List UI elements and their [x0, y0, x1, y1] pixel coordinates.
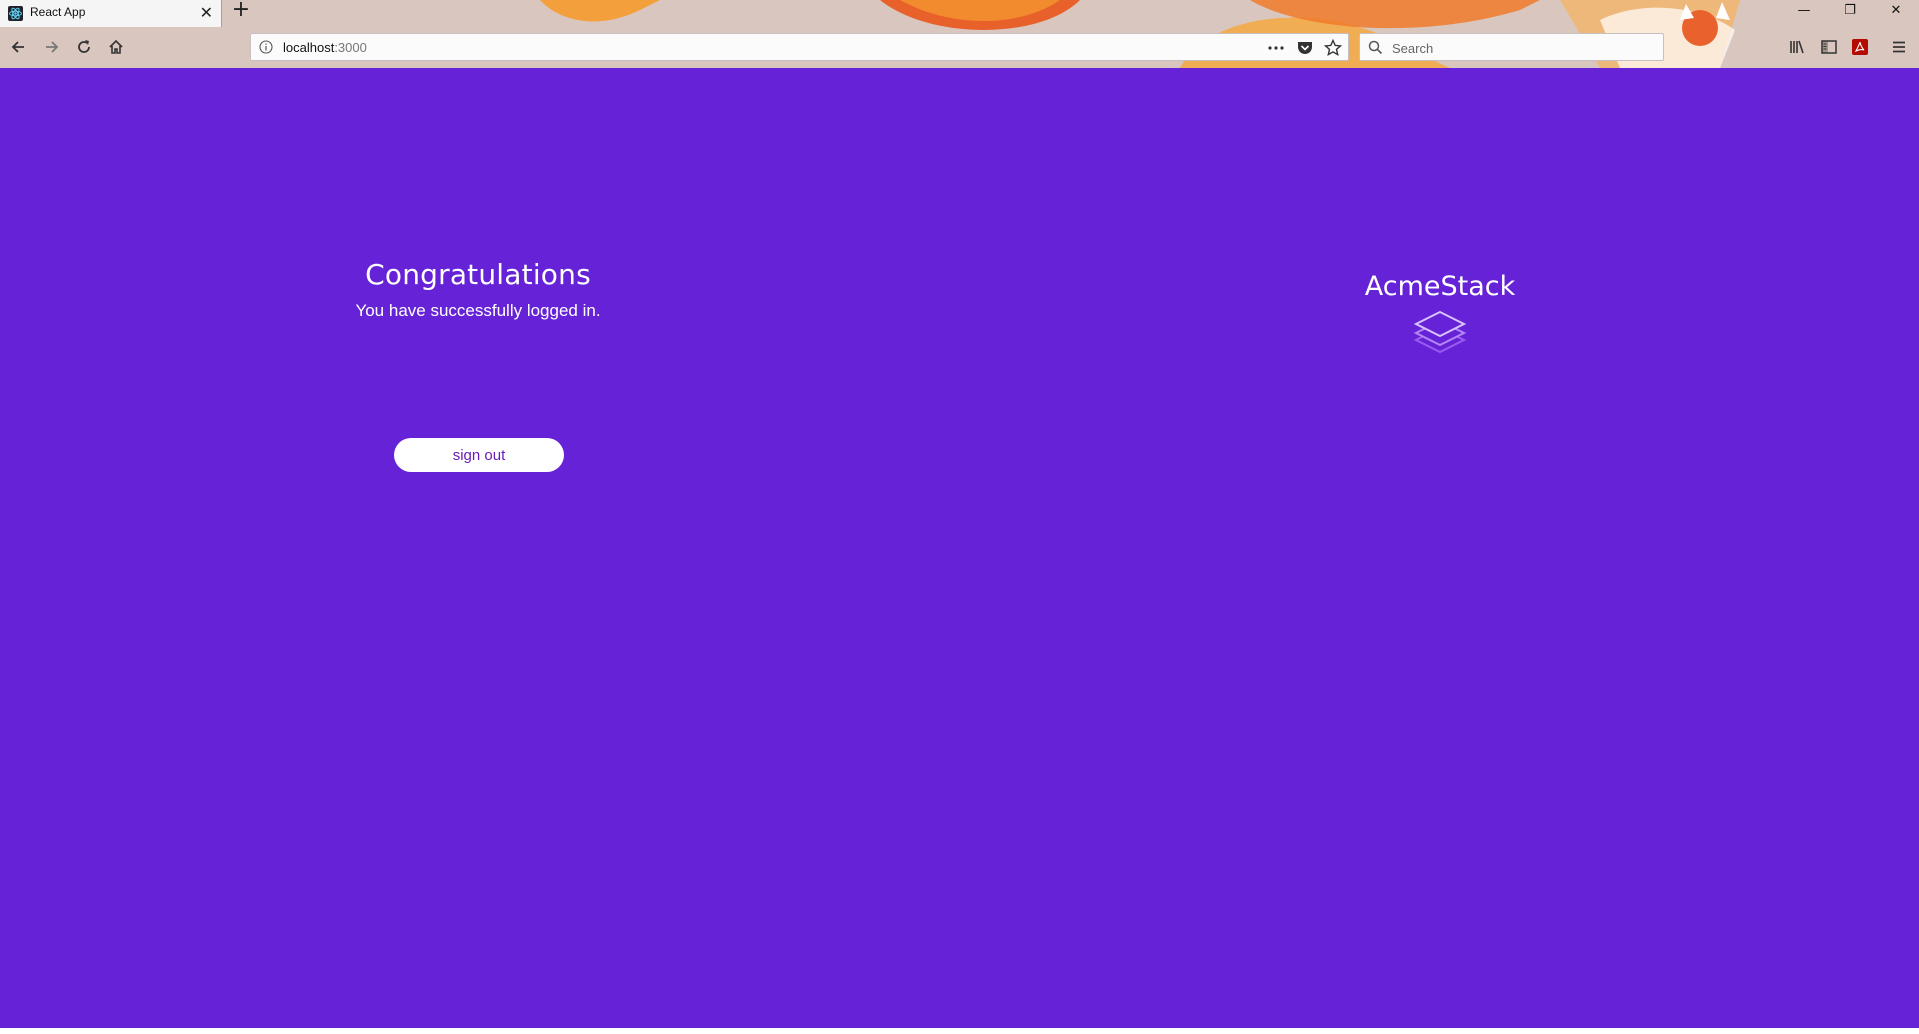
minimize-window-icon[interactable]: —	[1781, 0, 1827, 22]
close-window-icon[interactable]: ✕	[1873, 0, 1919, 22]
site-info-icon[interactable]	[259, 40, 273, 54]
url-host: localhost	[283, 40, 335, 55]
tab-close-icon[interactable]: ✕	[200, 3, 213, 23]
address-bar[interactable]: localhost:3000	[250, 33, 1349, 61]
tab-title: React App	[30, 5, 86, 19]
url-port: :3000	[334, 40, 367, 55]
sign-out-button[interactable]: sign out	[394, 438, 564, 472]
react-favicon-icon	[8, 6, 23, 21]
success-message: You have successfully logged in.	[355, 301, 601, 320]
pocket-icon[interactable]	[1296, 39, 1314, 57]
page-bottom-edge	[0, 1028, 1919, 1034]
tab-strip: React App ✕ + — ❐ ✕	[0, 0, 1919, 27]
page-title: Congratulations	[365, 258, 591, 291]
reload-icon[interactable]	[70, 33, 98, 61]
new-tab-plus-icon[interactable]: +	[230, 0, 252, 22]
search-icon	[1368, 40, 1383, 55]
hamburger-menu-icon[interactable]	[1888, 36, 1910, 58]
search-bar[interactable]	[1359, 33, 1664, 61]
login-success-panel: Congratulations You have successfully lo…	[278, 258, 678, 321]
home-icon[interactable]	[102, 33, 130, 61]
restore-window-icon[interactable]: ❐	[1827, 0, 1873, 22]
browser-chrome: React App ✕ + — ❐ ✕ localhost:3000	[0, 0, 1919, 68]
url-text: localhost:3000	[283, 40, 367, 55]
forward-arrow-icon[interactable]	[38, 33, 66, 61]
stack-layers-logo-icon	[1413, 310, 1467, 354]
brand-name: AcmeStack	[1364, 271, 1516, 302]
page-content: Congratulations You have successfully lo…	[0, 68, 1919, 1028]
acrobat-pdf-icon[interactable]	[1849, 36, 1871, 58]
brand-block: AcmeStack	[1340, 271, 1540, 360]
page-actions-more-icon[interactable]	[1267, 39, 1285, 57]
library-icon[interactable]	[1786, 36, 1808, 58]
back-arrow-icon[interactable]	[4, 33, 32, 61]
search-input[interactable]	[1390, 37, 1654, 59]
tab-react-app[interactable]: React App ✕	[0, 0, 222, 27]
navigation-toolbar: localhost:3000	[0, 27, 1919, 68]
bookmark-star-icon[interactable]	[1324, 39, 1342, 57]
sidebar-icon[interactable]	[1818, 36, 1840, 58]
